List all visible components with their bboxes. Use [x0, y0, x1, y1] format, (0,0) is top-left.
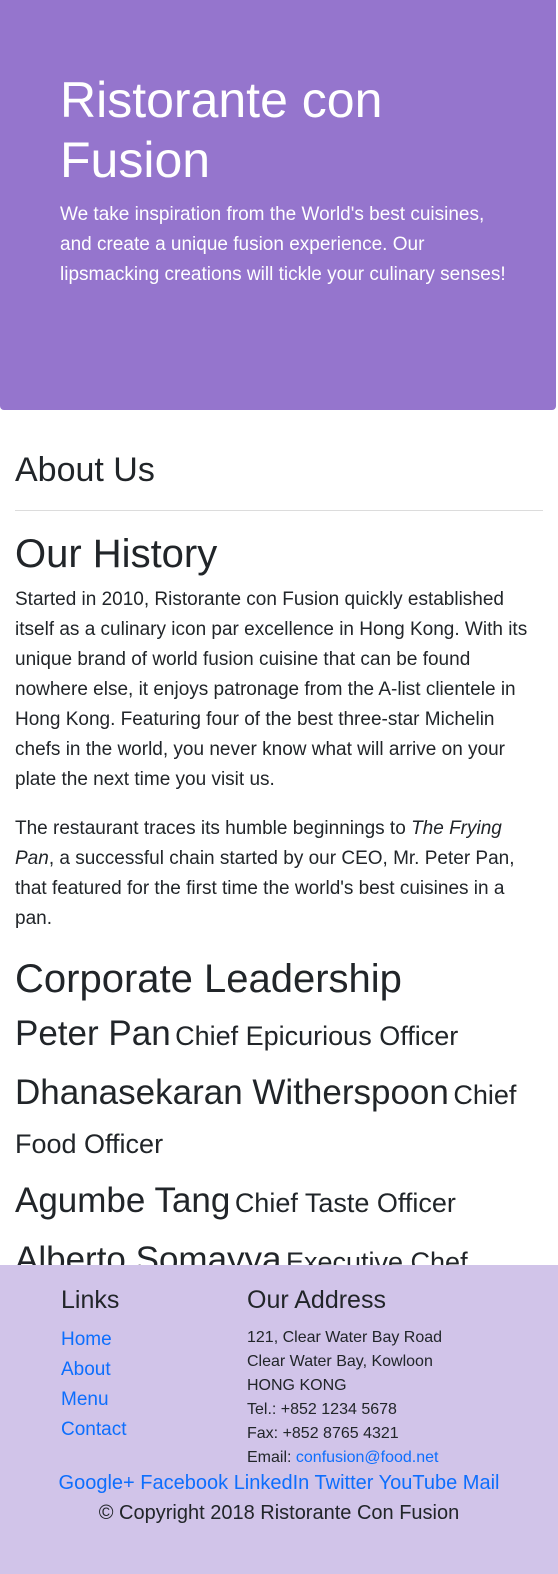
menu-link[interactable]: Menu	[61, 1389, 109, 1410]
leader-role: Chief Taste Officer	[234, 1188, 456, 1218]
copyright: © Copyright 2018 Ristorante Con Fusion	[98, 1502, 460, 1524]
fax-line: Fax: +852 8765 4321	[247, 1425, 399, 1442]
divider	[15, 510, 543, 511]
footer-links: Home About Menu Contact	[61, 1325, 126, 1445]
jumbotron: Ristorante con Fusion We take inspiratio…	[0, 0, 556, 410]
email-link[interactable]: confusion@food.net	[296, 1449, 439, 1466]
list-item: About	[61, 1355, 126, 1385]
facebook-link[interactable]: Facebook	[140, 1472, 228, 1494]
linkedin-link[interactable]: LinkedIn	[234, 1472, 310, 1494]
address-block: 121, Clear Water Bay Road Clear Water Ba…	[247, 1326, 442, 1470]
history-text: The restaurant traces its humble beginni…	[15, 818, 412, 839]
youtube-link[interactable]: YouTube	[379, 1472, 458, 1494]
history-paragraph-2: The restaurant traces its humble beginni…	[15, 814, 543, 934]
leader-name: Dhanasekaran Witherspoon	[15, 1073, 449, 1112]
about-section: About Us Our History Started in 2010, Ri…	[15, 440, 543, 1289]
history-text: , a successful chain started by our CEO,…	[15, 848, 515, 929]
address-line: HONG KONG	[247, 1377, 347, 1394]
list-item: Menu	[61, 1385, 126, 1415]
email-label: Email:	[247, 1449, 296, 1466]
list-item: Contact	[61, 1415, 126, 1445]
restaurant-title: Ristorante con Fusion	[60, 72, 383, 188]
address-heading: Our Address	[247, 1286, 386, 1314]
list-item: Home	[61, 1325, 126, 1355]
mail-link[interactable]: Mail	[463, 1472, 500, 1494]
leader-item: Agumbe Tang Chief Taste Officer	[15, 1179, 543, 1230]
history-paragraph-1: Started in 2010, Ristorante con Fusion q…	[15, 589, 528, 790]
about-link[interactable]: About	[61, 1359, 111, 1380]
email-line: Email: confusion@food.net	[247, 1446, 442, 1470]
leader-item: Dhanasekaran Witherspoon Chief Food Offi…	[15, 1071, 543, 1171]
leader-name: Peter Pan	[15, 1014, 171, 1053]
leader-item: Peter Pan Chief Epicurious Officer	[15, 1012, 543, 1063]
leader-role: Chief Epicurious Officer	[175, 1021, 459, 1051]
address-line: 121, Clear Water Bay Road	[247, 1329, 443, 1346]
links-heading: Links	[61, 1286, 120, 1314]
history-heading: Our History	[15, 532, 218, 576]
phone-line: Tel.: +852 1234 5678	[247, 1401, 397, 1418]
contact-link[interactable]: Contact	[61, 1419, 126, 1440]
home-link[interactable]: Home	[61, 1329, 112, 1350]
page-title: About Us	[15, 451, 155, 489]
google-plus-link[interactable]: Google+	[59, 1472, 135, 1494]
leader-name: Agumbe Tang	[15, 1181, 231, 1220]
footer: Links Home About Menu Contact Our Addres…	[0, 1265, 558, 1574]
address-line: Clear Water Bay, Kowloon	[247, 1353, 433, 1370]
social-links: Google+ Facebook LinkedIn Twitter YouTub…	[0, 1468, 558, 1498]
leadership-heading: Corporate Leadership	[15, 957, 402, 1001]
restaurant-tagline: We take inspiration from the World's bes…	[60, 204, 506, 285]
twitter-link[interactable]: Twitter	[315, 1472, 374, 1494]
